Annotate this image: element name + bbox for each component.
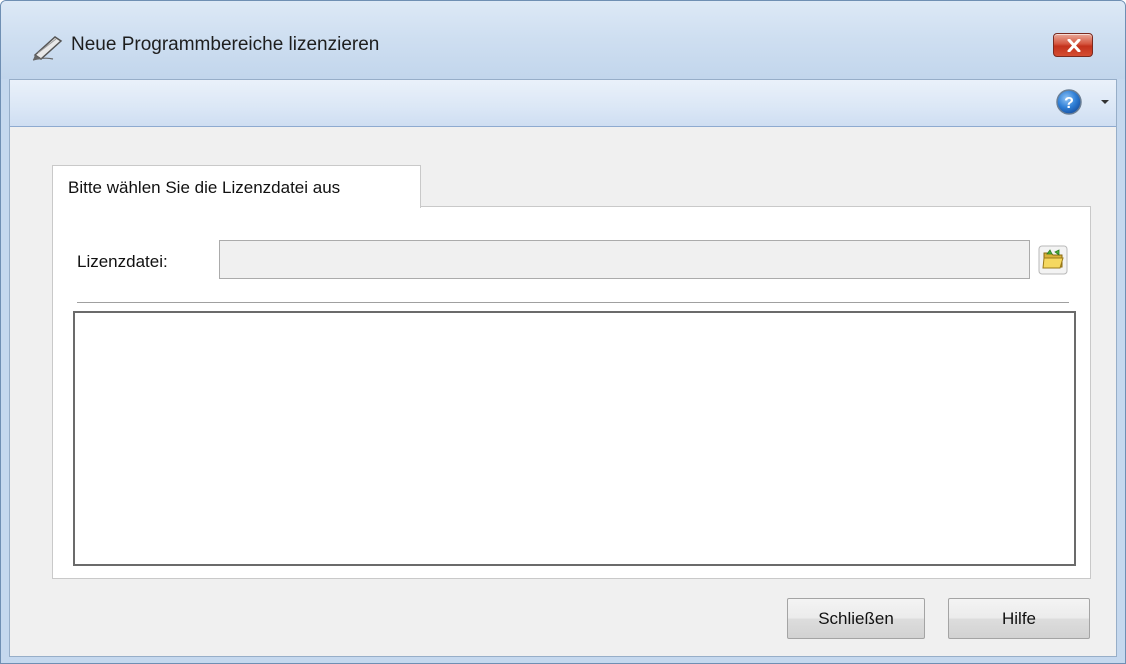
close-button[interactable] xyxy=(1053,33,1093,57)
license-file-input[interactable] xyxy=(219,240,1030,279)
pen-edit-icon xyxy=(32,36,63,61)
separator xyxy=(77,302,1069,303)
dialog-window: Neue Programmbereiche lizenzieren ? Bitt… xyxy=(0,0,1126,664)
help-button[interactable]: Hilfe xyxy=(948,598,1090,639)
folder-open-icon[interactable] xyxy=(1038,245,1068,275)
license-file-label: Lizenzdatei: xyxy=(77,252,168,271)
dialog-client-area: ? Bitte wählen Sie die Lizenzdatei aus L… xyxy=(9,79,1117,657)
window-title: Neue Programmbereiche lizenzieren xyxy=(71,34,380,55)
tab-panel: Lizenzdatei: xyxy=(52,206,1091,579)
toolbar: ? xyxy=(10,80,1116,127)
tab-label: Bitte wählen Sie die Lizenzdatei aus xyxy=(68,178,341,197)
license-info-textarea[interactable] xyxy=(73,311,1076,566)
close-dialog-button[interactable]: Schließen xyxy=(787,598,925,639)
close-icon xyxy=(1067,39,1081,52)
title-bar[interactable]: Neue Programmbereiche lizenzieren xyxy=(1,1,1125,79)
tab-select-license-file[interactable]: Bitte wählen Sie die Lizenzdatei aus xyxy=(52,165,421,208)
chevron-down-icon[interactable] xyxy=(1100,98,1110,106)
svg-text:?: ? xyxy=(1064,95,1074,112)
help-icon[interactable]: ? xyxy=(1055,88,1083,116)
